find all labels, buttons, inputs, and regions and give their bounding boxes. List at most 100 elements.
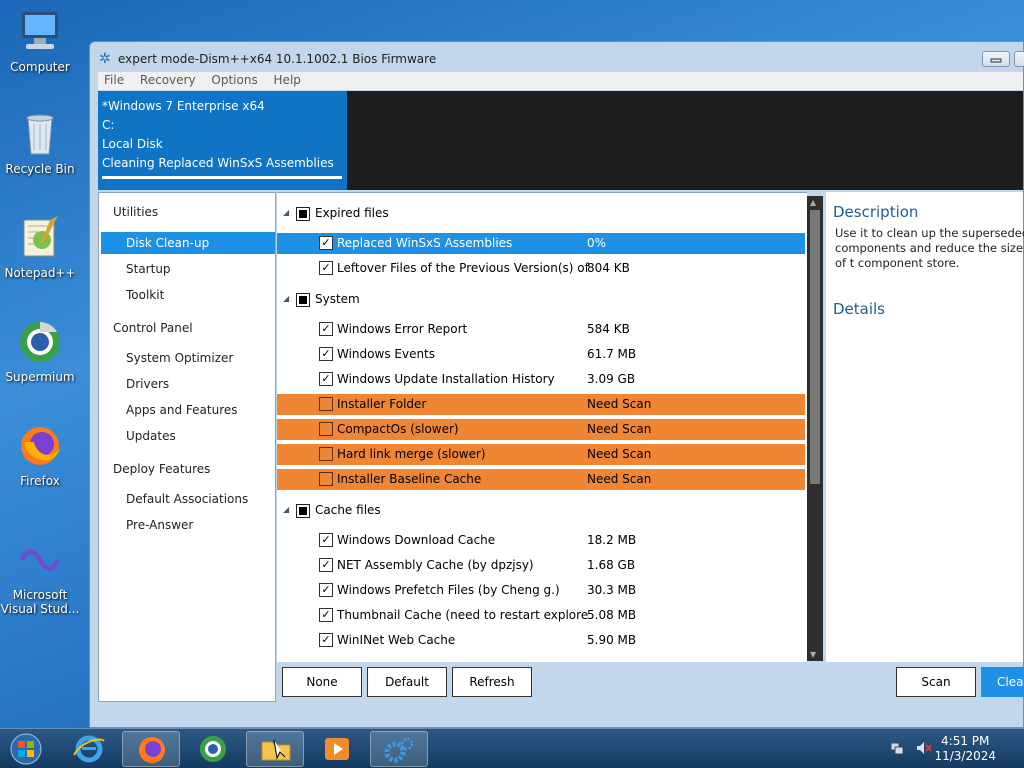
- collapse-arrow-icon[interactable]: ◢: [283, 208, 289, 217]
- taskbar: 4:51 PM 11/3/2024: [0, 728, 1024, 768]
- item-checkbox[interactable]: ✓: [319, 558, 333, 572]
- group-checkbox[interactable]: [296, 504, 310, 518]
- taskbar-explorer-button[interactable]: [246, 731, 304, 767]
- nav-item-drivers[interactable]: Drivers: [101, 373, 275, 395]
- menu-options[interactable]: Options: [205, 72, 263, 87]
- group-checkbox[interactable]: [296, 207, 310, 221]
- nav-item-system-optimizer[interactable]: System Optimizer: [101, 347, 275, 369]
- start-button[interactable]: [0, 731, 52, 767]
- desktop-icon-supermium[interactable]: Supermium: [0, 318, 80, 384]
- item-checkbox[interactable]: ✓: [319, 236, 333, 250]
- volume-muted-icon[interactable]: [916, 741, 932, 758]
- taskbar-media-player-button[interactable]: [308, 731, 366, 767]
- menu-bar: File Recovery Options Help: [98, 72, 1023, 90]
- dism-window: ✲ expert mode-Dism++x64 10.1.1002.1 Bios…: [89, 41, 1024, 728]
- list-item[interactable]: ✓ Replaced WinSxS Assemblies 0%: [277, 233, 805, 254]
- menu-help[interactable]: Help: [268, 72, 307, 87]
- console-panel: [347, 91, 1023, 190]
- computer-icon: [16, 8, 64, 56]
- list-item[interactable]: ✓ Windows Prefetch Files (by Cheng g.) 3…: [277, 580, 805, 601]
- item-checkbox[interactable]: [319, 397, 333, 411]
- taskbar-supermium-button[interactable]: [184, 731, 242, 767]
- desktop-icon-notepadpp[interactable]: Notepad++: [0, 214, 80, 280]
- scroll-down-arrow-icon[interactable]: ▼: [810, 650, 816, 659]
- scrollbar-thumb[interactable]: [810, 210, 820, 484]
- nav-item-disk-cleanup[interactable]: Disk Clean-up: [101, 232, 275, 254]
- desktop-icon-recycle-bin[interactable]: Recycle Bin: [0, 110, 80, 176]
- scan-button[interactable]: Scan: [896, 667, 976, 697]
- group-label: Cache files: [315, 503, 381, 517]
- default-button[interactable]: Default: [367, 667, 447, 697]
- desktop-icon-visual-studio[interactable]: Microsoft Visual Stud...: [0, 536, 80, 616]
- group-system[interactable]: ◢ System: [277, 287, 797, 312]
- taskbar-ie-button[interactable]: [60, 731, 118, 767]
- supermium-icon: [16, 318, 64, 366]
- title-bar[interactable]: ✲ expert mode-Dism++x64 10.1.1002.1 Bios…: [90, 42, 1024, 72]
- group-cache-files[interactable]: ◢ Cache files: [277, 498, 797, 523]
- item-name: Windows Download Cache: [337, 533, 496, 547]
- item-checkbox[interactable]: [319, 447, 333, 461]
- windows-orb-icon: [10, 733, 42, 765]
- minimize-button[interactable]: [982, 51, 1010, 67]
- collapse-arrow-icon[interactable]: ◢: [283, 294, 289, 303]
- maximize-button[interactable]: [1014, 51, 1024, 67]
- item-size: 5.90 MB: [587, 633, 637, 647]
- item-checkbox[interactable]: [319, 472, 333, 486]
- group-checkbox[interactable]: [296, 293, 310, 307]
- image-info-panel[interactable]: *Windows 7 Enterprise x64 C: Local Disk …: [98, 91, 347, 190]
- desktop-icon-computer[interactable]: Computer: [0, 8, 80, 74]
- item-checkbox[interactable]: ✓: [319, 322, 333, 336]
- list-item[interactable]: ✓ Windows Events 61.7 MB: [277, 344, 805, 365]
- system-clock[interactable]: 4:51 PM 11/3/2024: [934, 734, 996, 764]
- item-size: 18.2 MB: [587, 533, 637, 547]
- nav-item-default-associations[interactable]: Default Associations: [101, 488, 275, 510]
- list-item[interactable]: ✓ Leftover Files of the Previous Version…: [277, 258, 805, 279]
- list-item[interactable]: Installer Folder Need Scan: [277, 394, 805, 415]
- nav-item-updates[interactable]: Updates: [101, 425, 275, 447]
- nav-item-pre-answer[interactable]: Pre-Answer: [101, 514, 275, 536]
- none-button[interactable]: None: [282, 667, 362, 697]
- list-item[interactable]: ✓ Windows Error Report 584 KB: [277, 319, 805, 340]
- item-name: Hard link merge (slower): [337, 447, 486, 461]
- item-checkbox[interactable]: ✓: [319, 261, 333, 275]
- desktop-icon-firefox[interactable]: Firefox: [0, 422, 80, 488]
- item-checkbox[interactable]: ✓: [319, 583, 333, 597]
- item-checkbox[interactable]: ✓: [319, 633, 333, 647]
- disk-label: Local Disk: [102, 137, 163, 151]
- item-checkbox[interactable]: ✓: [319, 608, 333, 622]
- list-item[interactable]: Installer Baseline Cache Need Scan: [277, 469, 805, 490]
- media-player-icon: [325, 738, 349, 760]
- menu-recovery[interactable]: Recovery: [134, 72, 202, 87]
- collapse-arrow-icon[interactable]: ◢: [283, 505, 289, 514]
- item-name: Installer Folder: [337, 397, 427, 411]
- item-checkbox[interactable]: [319, 422, 333, 436]
- scroll-up-arrow-icon[interactable]: ▲: [810, 198, 816, 207]
- group-expired-files[interactable]: ◢ Expired files: [277, 201, 797, 226]
- desktop-icon-label: Notepad++: [4, 266, 76, 280]
- clock-time: 4:51 PM: [941, 734, 990, 748]
- nav-item-toolkit[interactable]: Toolkit: [101, 284, 275, 306]
- list-item[interactable]: CompactOs (slower) Need Scan: [277, 419, 805, 440]
- taskbar-dism-button[interactable]: [370, 731, 428, 767]
- list-item[interactable]: ✓ WinINet Web Cache 5.90 MB: [277, 630, 805, 651]
- refresh-button[interactable]: Refresh: [452, 667, 532, 697]
- nav-item-startup[interactable]: Startup: [101, 258, 275, 280]
- nav-item-apps-features[interactable]: Apps and Features: [101, 399, 275, 421]
- menu-file[interactable]: File: [98, 72, 130, 87]
- clean-button[interactable]: Clean: [981, 667, 1024, 697]
- list-item[interactable]: ✓ Windows Update Installation History 3.…: [277, 369, 805, 390]
- list-item[interactable]: ✓ NET Assembly Cache (by dpzjsy) 1.68 GB: [277, 555, 805, 576]
- item-size: 804 KB: [587, 261, 630, 275]
- list-item[interactable]: Hard link merge (slower) Need Scan: [277, 444, 805, 465]
- network-icon[interactable]: [890, 741, 904, 758]
- item-name: Installer Baseline Cache: [337, 472, 482, 486]
- taskbar-firefox-button[interactable]: [122, 731, 180, 767]
- item-checkbox[interactable]: ✓: [319, 372, 333, 386]
- list-scrollbar[interactable]: ▲ ▼: [807, 196, 823, 661]
- list-item[interactable]: ✓ Windows Download Cache 18.2 MB: [277, 530, 805, 551]
- folder-icon: [261, 739, 291, 761]
- item-checkbox[interactable]: ✓: [319, 347, 333, 361]
- list-item[interactable]: ✓ Thumbnail Cache (need to restart explo…: [277, 605, 805, 626]
- clock-date: 11/3/2024: [934, 749, 996, 763]
- item-checkbox[interactable]: ✓: [319, 533, 333, 547]
